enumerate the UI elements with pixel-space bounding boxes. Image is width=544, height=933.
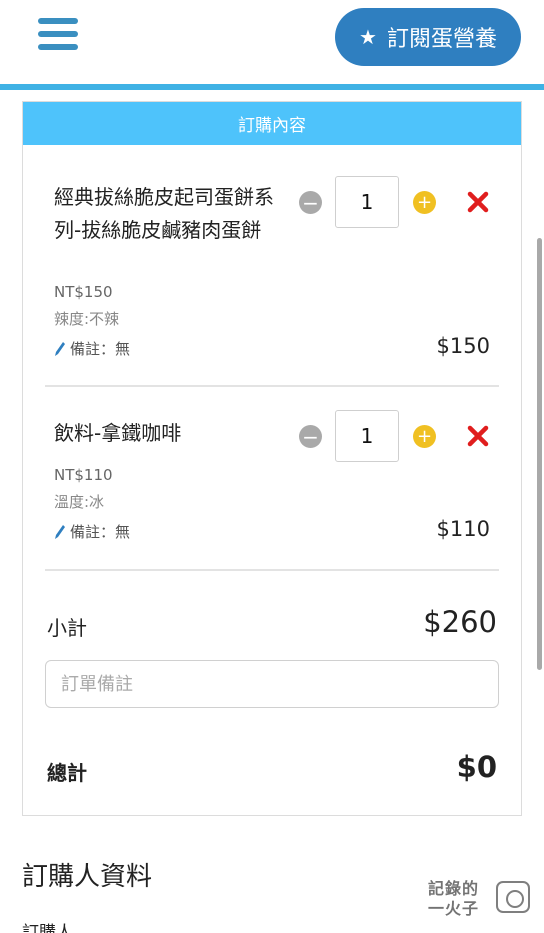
pencil-icon xyxy=(55,341,65,356)
page-scrollbar[interactable] xyxy=(537,238,542,670)
decrease-quantity-button[interactable]: − xyxy=(299,425,322,448)
orderer-section-title: 訂購人資料 xyxy=(22,862,153,892)
item-line-total: $110 xyxy=(436,517,490,541)
watermark-text: 記錄的一火子 xyxy=(428,879,480,918)
order-card-header: 訂購內容 xyxy=(23,102,521,145)
star-icon: ★ xyxy=(359,25,377,49)
subtotal-label: 小計 xyxy=(47,616,87,640)
orderer-name-label: 訂購人 xyxy=(22,923,73,933)
menu-line xyxy=(38,31,78,37)
item-line-total: $150 xyxy=(436,334,490,358)
subtotal-value: $260 xyxy=(423,605,497,639)
item-unit-price: NT$110 xyxy=(54,466,113,484)
increase-quantity-button[interactable]: + xyxy=(413,425,436,448)
item-note[interactable]: 備註：無 xyxy=(54,338,130,359)
top-header: ★ 訂閱蛋營養 xyxy=(0,0,544,84)
camera-icon xyxy=(496,881,530,913)
menu-line xyxy=(38,18,78,24)
total-label: 總計 xyxy=(47,761,87,785)
item-divider xyxy=(45,569,499,571)
quantity-input[interactable] xyxy=(335,176,399,228)
quantity-input[interactable] xyxy=(335,410,399,462)
item-name: 經典拔絲脆皮起司蛋餅系列-拔絲脆皮鹹豬肉蛋餅 xyxy=(54,185,274,242)
plus-icon: + xyxy=(416,425,433,447)
order-card: 訂購內容 經典拔絲脆皮起司蛋餅系列-拔絲脆皮鹹豬肉蛋餅 − + NT$150 辣… xyxy=(22,101,522,816)
watermark-logo: 記錄的一火子 xyxy=(428,877,532,923)
item-note-text: 備註：無 xyxy=(70,340,131,358)
item-option: 辣度:不辣 xyxy=(54,310,120,328)
decrease-quantity-button[interactable]: − xyxy=(299,191,322,214)
remove-item-icon[interactable] xyxy=(466,190,490,214)
item-unit-price: NT$150 xyxy=(54,283,113,301)
item-note-text: 備註：無 xyxy=(70,523,131,541)
menu-line xyxy=(38,44,78,50)
cart-item: 飲料-拿鐵咖啡 − + NT$110 溫度:冰 備註：無 $110 xyxy=(23,387,521,569)
header-accent-bar xyxy=(0,84,544,90)
pencil-icon xyxy=(55,524,65,539)
minus-icon: − xyxy=(302,424,319,449)
cart-item: 經典拔絲脆皮起司蛋餅系列-拔絲脆皮鹹豬肉蛋餅 − + NT$150 辣度:不辣 … xyxy=(23,145,521,385)
hamburger-menu-icon[interactable] xyxy=(38,18,78,50)
minus-icon: − xyxy=(302,190,319,215)
plus-icon: + xyxy=(416,191,433,213)
subscribe-button[interactable]: ★ 訂閱蛋營養 xyxy=(335,8,521,66)
increase-quantity-button[interactable]: + xyxy=(413,191,436,214)
item-note[interactable]: 備註：無 xyxy=(54,521,130,542)
item-option: 溫度:冰 xyxy=(54,493,105,511)
subscribe-label: 訂閱蛋營養 xyxy=(386,27,497,52)
total-value: $0 xyxy=(456,750,497,784)
remove-item-icon[interactable] xyxy=(466,424,490,448)
order-note-input[interactable] xyxy=(45,660,499,708)
item-name: 飲料-拿鐵咖啡 xyxy=(54,421,182,445)
